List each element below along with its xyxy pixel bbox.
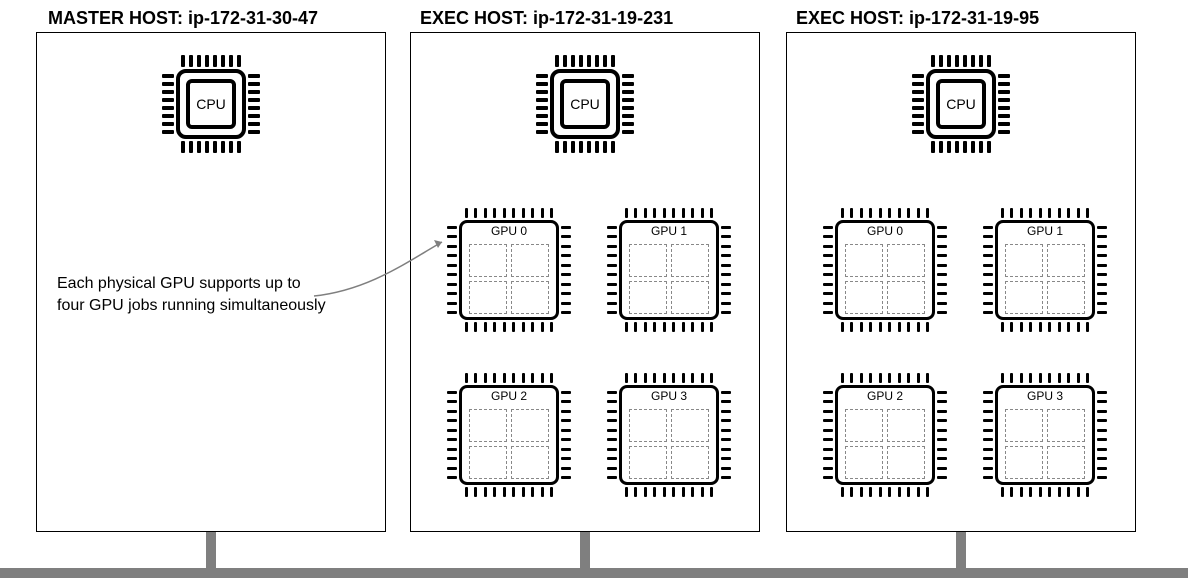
network-leg xyxy=(956,532,966,570)
network-leg xyxy=(580,532,590,570)
network-leg xyxy=(206,532,216,570)
annotation-arrow-icon xyxy=(0,0,1188,586)
cluster-diagram: MASTER HOST: ip-172-31-30-47 EXEC HOST: … xyxy=(0,0,1188,586)
network-bus xyxy=(0,568,1188,578)
